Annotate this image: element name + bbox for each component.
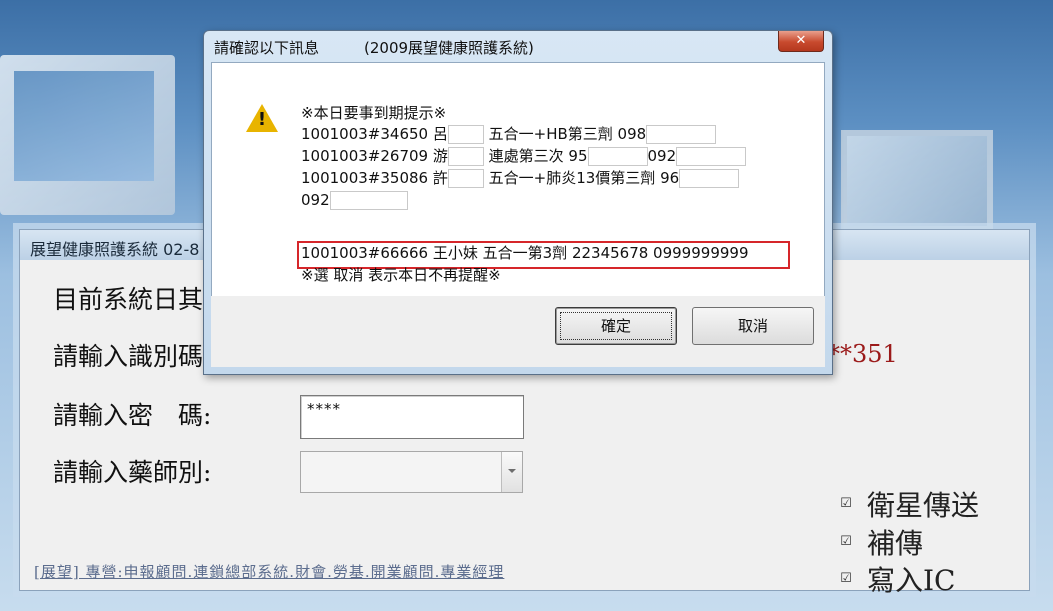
focus-rectangle [560,312,672,340]
cancel-button[interactable]: 取消 [692,307,814,345]
chevron-down-icon [508,469,516,473]
password-value: **** [307,400,341,418]
footer-link[interactable]: [展望] 專營:申報顧問.連鎖總部系統.財會.勞基.開業顧問.專業經理 [34,561,504,582]
login-window-title: 展望健康照護系統 02-8 [30,240,200,259]
redacted-box [646,125,717,144]
pharmacist-select[interactable] [300,451,523,493]
checkbox-satellite[interactable]: ☑ 衛星傳送 [839,484,979,524]
cancel-button-label: 取消 [737,317,768,335]
redacted-box [676,147,747,166]
checkbox-check-icon: ☑ [840,534,852,549]
id-hint-text: **351 [828,340,898,368]
reminder-dialog: 請確認以下訊息 (2009展望健康照護系統) ✕ ! ※本日要事到期提示※ 10… [203,30,833,375]
message-header: ※本日要事到期提示※ [301,104,447,122]
dialog-message-area: ! ※本日要事到期提示※ 1001003#34650 呂 五合一+HB第三劑 0… [211,62,825,297]
message-line-4-phone: 092 [301,191,330,209]
checkbox-resend-label: 補傳 [867,527,924,560]
pharmacist-select-dropdown-button[interactable] [501,452,522,492]
message-line-1-record: 1001003#34650 呂 [301,125,448,143]
message-line-3-record: 1001003#35086 許 [301,169,448,187]
redacted-box [587,147,648,166]
message-highlight-line: 1001003#66666 王小妹 五合一第3劑 22345678 099999… [301,244,749,262]
redacted-box [447,147,484,166]
message-line-3: 1001003#35086 許 五合一+肺炎13價第三劑 96 [301,168,740,188]
close-icon: ✕ [795,33,807,48]
pharmacist-label: 請輸入藥師別: [53,458,212,487]
ok-button[interactable]: 確定 [555,307,677,345]
background-screen-image [841,130,993,232]
message-line-3-detail: 五合一+肺炎13價第三劑 96 [488,169,680,187]
message-line-2-phone: 092 [647,147,677,165]
system-date-label: 目前系統日其 [53,285,204,314]
checkbox-resend[interactable]: ☑ 補傳 [839,522,923,562]
id-label: 請輸入識別碼 [53,342,204,371]
redacted-box [329,191,408,210]
redacted-box [679,169,740,188]
checkbox-write-ic-label: 寫入IC [867,564,956,597]
checkbox-check-icon: ☑ [840,571,852,586]
message-line-1-detail: 五合一+HB第三劑 098 [488,125,647,143]
checkbox-write-ic[interactable]: ☑ 寫入IC [839,559,956,599]
message-line-2-detail: 連處第三次 95 [488,147,588,165]
redacted-box [447,125,484,144]
message-line-2: 1001003#26709 游 連處第三次 95 092 [301,146,747,166]
close-button[interactable]: ✕ [778,31,824,52]
password-field[interactable]: **** [300,395,524,439]
message-line-2-record: 1001003#26709 游 [301,147,448,165]
message-line-4: 092 [301,190,408,210]
warning-icon-mark: ! [257,109,267,130]
background-monitor-image [0,55,175,215]
message-footer: ※選 取消 表示本日不再提醒※ [301,266,501,284]
checkbox-satellite-label: 衛星傳送 [867,489,980,522]
password-label: 請輸入密 碼: [53,401,212,430]
redacted-box [447,169,484,188]
message-line-1: 1001003#34650 呂 五合一+HB第三劑 098 [301,124,717,144]
dialog-title: 請確認以下訊息 (2009展望健康照護系統) [214,39,534,57]
checkbox-check-icon: ☑ [840,496,852,511]
